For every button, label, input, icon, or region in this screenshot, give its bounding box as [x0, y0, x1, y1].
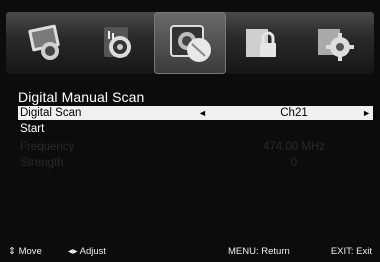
start-row[interactable]: Start [18, 122, 373, 136]
digital-scan-row[interactable]: Digital Scan ◄ Ch21 ► [18, 106, 373, 120]
picture-icon [28, 24, 60, 60]
footer-hints: ⇕ Move ◂▸ Adjust MENU: Return EXIT: Exit [0, 246, 380, 260]
right-arrow-icon[interactable]: ► [362, 106, 371, 120]
digital-scan-value: Ch21 [280, 107, 308, 119]
frequency-value: 474.00 MHz [262, 141, 325, 153]
frequency-label: Frequency [20, 141, 75, 153]
digital-scan-label: Digital Scan [20, 107, 82, 119]
sound-icon [104, 27, 131, 58]
start-label: Start [20, 123, 45, 135]
menu-tab-sound[interactable] [82, 12, 154, 74]
menu-return-hint: MENU: Return [228, 246, 290, 257]
menu-tab-setup[interactable] [298, 12, 370, 74]
osd-screen: Digital Manual Scan Digital Scan ◄ Ch21 … [0, 0, 380, 262]
page-title: Digital Manual Scan [18, 89, 145, 105]
setup-gear-icon [318, 29, 354, 61]
menu-tab-picture[interactable] [10, 12, 82, 74]
lock-icon [246, 29, 276, 57]
adjust-hint: ◂▸ Adjust [68, 246, 107, 257]
strength-label: Strength [20, 157, 64, 169]
menu-tab-lock[interactable] [226, 12, 298, 74]
frequency-row: Frequency 474.00 MHz [18, 140, 373, 154]
strength-row: Strength 0 [18, 156, 373, 170]
exit-hint: EXIT: Exit [330, 246, 372, 257]
channel-dish-icon [170, 25, 211, 62]
strength-value: 0 [290, 157, 298, 169]
menu-tab-channel[interactable] [154, 12, 226, 74]
left-arrow-icon[interactable]: ◄ [198, 106, 207, 120]
menu-icon-bar [6, 12, 374, 74]
move-hint: ⇕ Move [8, 246, 42, 257]
